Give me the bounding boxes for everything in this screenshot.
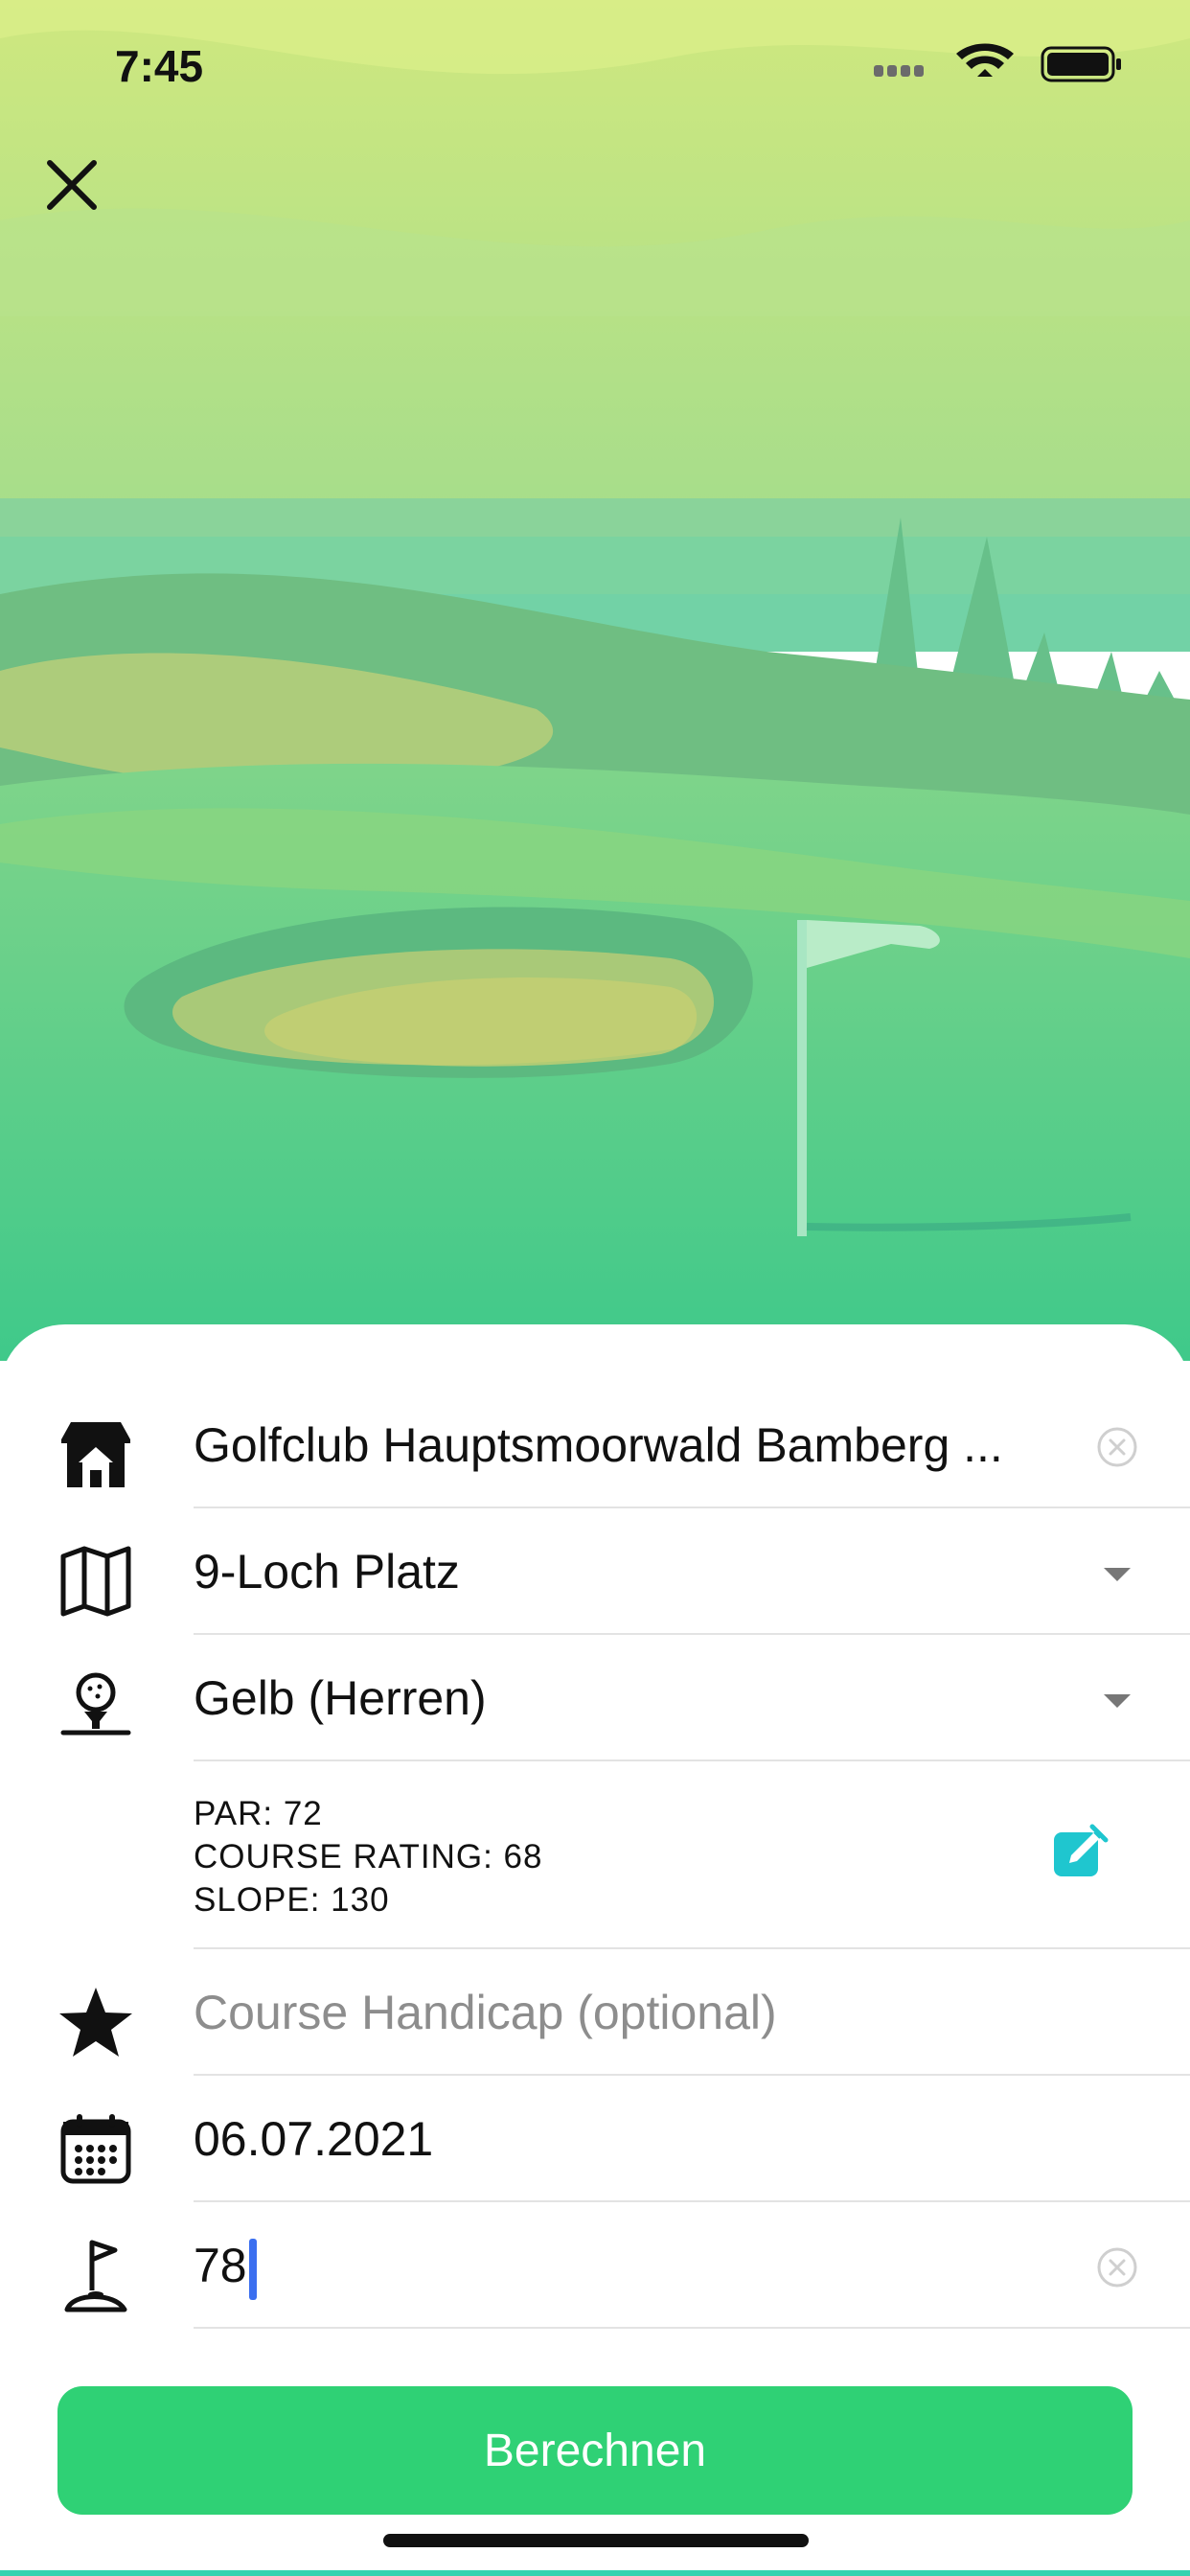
chevron-down-icon	[1104, 1694, 1131, 1708]
home-indicator	[383, 2534, 809, 2547]
edit-icon	[1054, 1824, 1109, 1876]
golf-course-illustration	[0, 0, 1190, 1361]
course-select: 9-Loch Platz	[194, 1545, 460, 1598]
course-row[interactable]: 9-Loch Platz	[0, 1508, 1190, 1635]
clear-club-button[interactable]	[1096, 1426, 1138, 1468]
course-rating-label: COURSE RATING: 68	[194, 1838, 543, 1875]
map-icon	[57, 1543, 134, 1620]
battery-icon	[1041, 46, 1121, 82]
cellular-signal-icon	[874, 65, 924, 77]
slope-label: SLOPE: 130	[194, 1881, 390, 1919]
score-input[interactable]: 78	[194, 2202, 257, 2329]
hero-illustration	[0, 0, 1190, 1361]
score-row[interactable]: 78	[0, 2202, 1190, 2329]
divider	[194, 1760, 1190, 1761]
handicap-input[interactable]: Course Handicap (optional)	[194, 1949, 777, 2076]
course-info: PAR: 72 COURSE RATING: 68 SLOPE: 130	[194, 1792, 542, 1921]
edit-course-info-button[interactable]	[1050, 1821, 1110, 1880]
wifi-icon	[956, 43, 1014, 77]
tee-select: Gelb (Herren)	[194, 1671, 487, 1725]
clear-score-button[interactable]	[1096, 2246, 1138, 2288]
status-icons	[874, 42, 1133, 89]
calculate-button[interactable]: Berechnen	[57, 2386, 1133, 2515]
clubhouse-icon	[57, 1416, 134, 1493]
text-cursor	[248, 2238, 257, 2300]
date-input[interactable]: 06.07.2021	[194, 2076, 433, 2202]
close-icon	[47, 160, 97, 210]
par-label: PAR: 72	[194, 1795, 323, 1832]
close-button[interactable]	[42, 155, 102, 215]
tee-row[interactable]: Gelb (Herren)	[0, 1635, 1190, 1761]
divider	[194, 2327, 1190, 2329]
golf-ball-tee-icon	[57, 1669, 134, 1746]
date-row[interactable]: 06.07.2021	[0, 2076, 1190, 2202]
calendar-icon	[57, 2110, 134, 2187]
club-name: Golfclub Hauptsmoorwald Bamberg ...	[194, 1418, 1003, 1472]
flag-icon	[57, 2237, 134, 2313]
score-value: 78	[194, 2239, 247, 2292]
star-icon	[57, 1984, 134, 2060]
status-time: 7:45	[115, 41, 204, 91]
clear-icon	[1097, 2247, 1137, 2288]
club-row[interactable]: Golfclub Hauptsmoorwald Bamberg ...	[0, 1382, 1190, 1508]
handicap-row[interactable]: Course Handicap (optional)	[0, 1949, 1190, 2076]
bottom-strip	[0, 2570, 1190, 2576]
chevron-down-icon	[1104, 1568, 1131, 1581]
course-dropdown[interactable]	[1096, 1552, 1138, 1595]
clear-icon	[1097, 1427, 1137, 1467]
tee-dropdown[interactable]	[1096, 1679, 1138, 1721]
